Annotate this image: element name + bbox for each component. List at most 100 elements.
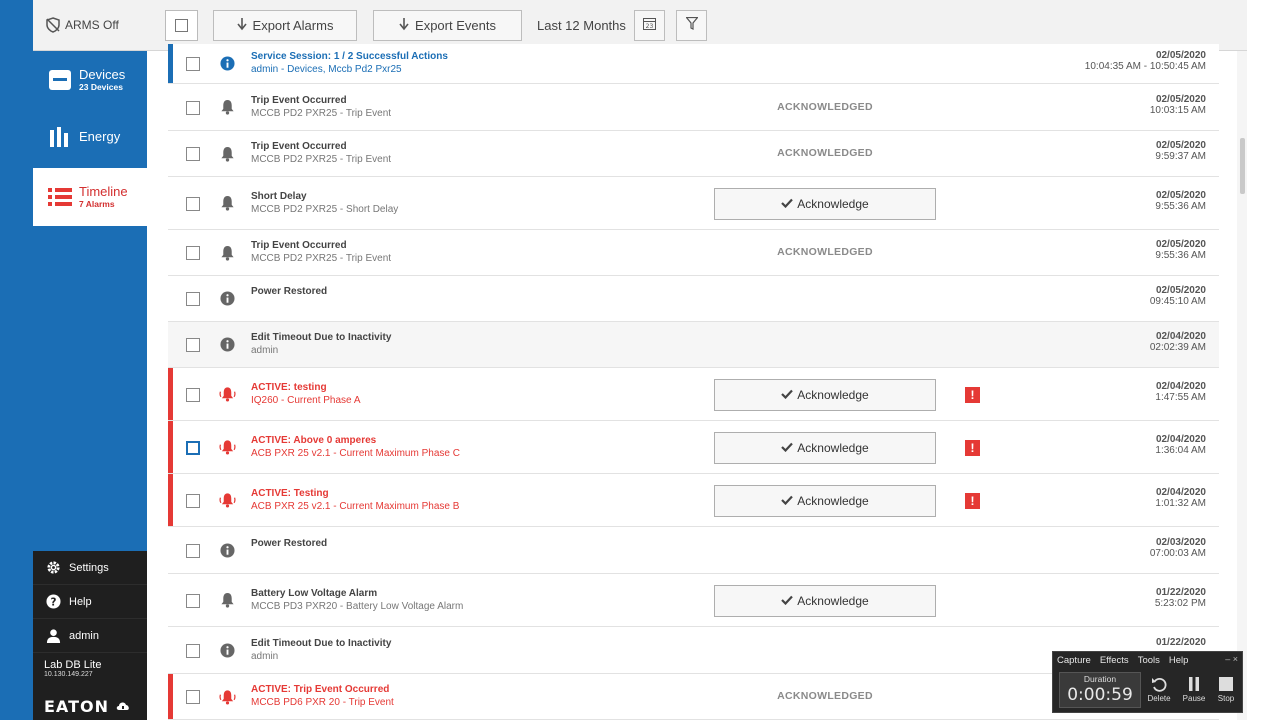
recorder-stop-label: Stop	[1217, 694, 1235, 703]
row-subtitle: MCCB PD2 PXR25 - Trip Event	[251, 253, 392, 264]
timeline-row[interactable]: Service Session: 1 / 2 Successful Action…	[168, 44, 1219, 84]
row-checkbox[interactable]	[186, 543, 200, 558]
recorder-menu-help[interactable]: Help	[1169, 655, 1189, 668]
row-subtitle: IQ260 - Current Phase A	[251, 394, 361, 406]
row-subtitle: MCCB PD2 PXR25 - Short Delay	[251, 203, 399, 215]
timeline-row[interactable]: Short Delay MCCB PD2 PXR25 - Short Delay A…	[168, 177, 1219, 230]
row-time: 9:55:36 AM	[1155, 200, 1206, 212]
svg-text:23: 23	[646, 23, 654, 30]
scrollbar-thumb[interactable]	[1240, 138, 1245, 194]
row-subtitle: admin	[251, 650, 279, 662]
row-subtitle: admin - Devices, Mccb Pd2 Pxr25	[251, 64, 402, 75]
row-checkbox[interactable]	[186, 147, 200, 161]
sidebar: ARMS Off Devices 23 Devices Energy Timel…	[0, 0, 147, 720]
row-checkbox[interactable]	[186, 338, 200, 352]
row-title: ACTIVE: Trip Event Occurred	[251, 684, 390, 695]
recorder-stop-button[interactable]: Stop	[1211, 674, 1241, 708]
acknowledged-status: ACKNOWLEDGED	[777, 100, 873, 113]
recorder-delete-button[interactable]: Delete	[1144, 674, 1174, 708]
arms-toggle[interactable]: ARMS Off	[33, 0, 147, 51]
row-checkbox[interactable]	[186, 690, 200, 704]
export-events-button[interactable]: Export Events	[373, 10, 522, 41]
timeline-row[interactable]: Edit Timeout Due to Inactivity admin 02/04…	[168, 322, 1219, 368]
row-subtitle: MCCB PD2 PXR25 - Trip Event	[251, 154, 392, 165]
timeline-list-icon	[47, 184, 73, 210]
alarm-bell-icon	[219, 386, 236, 403]
recorder-pause-button[interactable]: Pause	[1179, 674, 1209, 708]
recorder-menu: Capture Effects Tools Help	[1053, 652, 1242, 668]
check-icon	[781, 388, 794, 402]
timeline-row[interactable]: Trip Event Occurred MCCB PD2 PXR25 - Trip…	[168, 84, 1219, 131]
acknowledge-button[interactable]: Acknowledge	[714, 187, 936, 220]
check-icon	[781, 594, 794, 608]
row-timestamp: 02/04/2020 02:02:39 AM	[1150, 331, 1206, 353]
sidebar-item-devices[interactable]: Devices 23 Devices	[33, 51, 147, 109]
row-checkbox[interactable]	[186, 292, 200, 306]
row-time: 07:00:03 AM	[1149, 547, 1206, 559]
row-timestamp: 02/03/2020 07:00:03 AM	[1150, 537, 1206, 559]
calendar-button[interactable]: 23	[634, 10, 665, 41]
row-checkbox[interactable]	[186, 196, 200, 211]
acknowledge-button[interactable]: Acknowledge	[714, 431, 936, 464]
info-icon	[219, 542, 236, 559]
sidebar-item-help[interactable]: ? Help	[33, 585, 147, 619]
row-time: 5:23:02 PM	[1154, 597, 1206, 609]
timeline-row[interactable]: ACTIVE: testing IQ260 - Current Phase A Ac…	[168, 368, 1219, 421]
recorder-minimize-close-icon[interactable]: – ×	[1225, 654, 1238, 664]
row-checkbox[interactable]	[186, 57, 200, 71]
sidebar-item-label: Settings	[69, 561, 109, 574]
check-icon	[781, 197, 794, 211]
row-checkbox[interactable]	[186, 387, 200, 402]
bell-icon	[219, 592, 236, 609]
acknowledge-label: Acknowledge	[797, 440, 869, 455]
row-time: 1:01:32 AM	[1155, 497, 1206, 509]
recorder-menu-capture[interactable]: Capture	[1057, 655, 1091, 668]
acknowledge-button[interactable]: Acknowledge	[714, 584, 936, 617]
sidebar-item-label: Timeline	[79, 184, 128, 199]
row-checkbox[interactable]	[186, 593, 200, 608]
date-range-label: Last 12 Months	[537, 18, 626, 33]
select-all-checkbox[interactable]	[165, 10, 198, 41]
row-date: 02/04/2020	[1155, 486, 1206, 498]
sidebar-item-label: Energy	[79, 129, 121, 144]
timeline-row[interactable]: Trip Event Occurred MCCB PD2 PXR25 - Trip…	[168, 131, 1219, 177]
recorder-menu-effects[interactable]: Effects	[1100, 655, 1129, 668]
row-title: Short Delay	[251, 190, 307, 202]
sidebar-item-energy[interactable]: Energy	[33, 109, 147, 165]
row-checkbox[interactable]	[186, 246, 200, 260]
recorder-delete-label: Delete	[1147, 694, 1171, 703]
row-subtitle: ACB PXR 25 v2.1 - Current Maximum Phase …	[251, 447, 460, 459]
bell-icon	[219, 244, 236, 261]
acknowledge-button[interactable]: Acknowledge	[714, 378, 936, 411]
alarm-bell-icon	[219, 439, 236, 456]
info-icon	[219, 336, 236, 353]
export-alarms-button[interactable]: Export Alarms	[213, 10, 357, 41]
acknowledge-button[interactable]: Acknowledge	[714, 484, 936, 517]
sidebar-item-timeline[interactable]: Timeline 7 Alarms	[33, 168, 147, 226]
cloud-icon[interactable]	[116, 699, 130, 711]
timeline-row[interactable]: Power Restored 02/03/2020 07:00:03 AM	[168, 527, 1219, 574]
row-checkbox[interactable]	[186, 493, 200, 508]
row-checkbox[interactable]	[186, 643, 200, 658]
row-checkbox[interactable]	[186, 100, 200, 115]
sidebar-item-settings[interactable]: Settings	[33, 551, 147, 585]
acknowledged-status: ACKNOWLEDGED	[777, 246, 873, 258]
timeline-row[interactable]: Power Restored 02/05/2020 09:45:10 AM	[168, 276, 1219, 322]
sidebar-item-sub: 7 Alarms	[79, 199, 115, 209]
recorder-menu-tools[interactable]: Tools	[1138, 655, 1160, 668]
sidebar-item-user[interactable]: admin	[33, 619, 147, 653]
timeline-row[interactable]: Battery Low Voltage Alarm MCCB PD3 PXR20 …	[168, 574, 1219, 627]
row-title: Battery Low Voltage Alarm	[251, 587, 378, 599]
timeline-row[interactable]: ACTIVE: Above 0 amperes ACB PXR 25 v2.1 -…	[168, 421, 1219, 474]
row-date: 02/04/2020	[1155, 331, 1206, 342]
row-title: Trip Event Occurred	[251, 240, 347, 251]
sidebar-item-label: admin	[69, 629, 99, 642]
row-title: Power Restored	[251, 286, 328, 297]
row-checkbox[interactable]	[186, 440, 200, 455]
timeline-row[interactable]: Trip Event Occurred MCCB PD2 PXR25 - Trip…	[168, 230, 1219, 276]
filter-button[interactable]	[676, 10, 707, 41]
row-date: 02/05/2020	[1155, 50, 1206, 61]
timeline-row[interactable]: ACTIVE: Testing ACB PXR 25 v2.1 - Current…	[168, 474, 1219, 527]
duration-value: 0:00:59	[1067, 685, 1133, 705]
row-subtitle: admin	[251, 345, 279, 356]
